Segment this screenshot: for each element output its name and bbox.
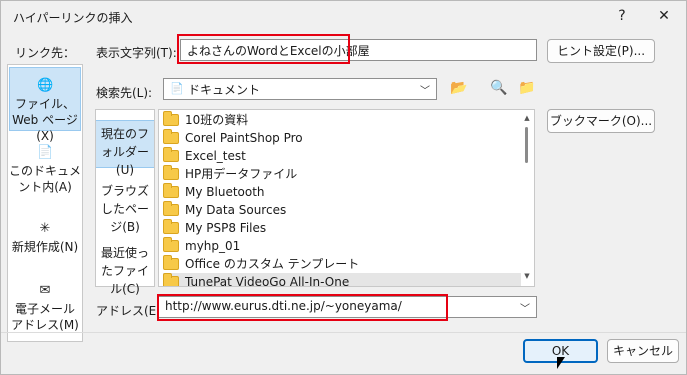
address-input[interactable]: http://www.eurus.dti.ne.jp/~yoneyama/ ﹀ [158,296,537,318]
current-folder-tab[interactable]: 現在のフォルダー(U) [96,120,154,177]
link-to-email[interactable]: ✉ 電子メール アドレス(M) [9,283,81,337]
new-document-icon: ✳ [39,221,51,236]
link-to-existing-file[interactable]: 🌐 ファイル、Web ページ(X) [9,67,81,143]
mouse-cursor-icon [557,357,565,369]
address-value: http://www.eurus.dti.ne.jp/~yoneyama/ [165,299,402,313]
look-in-bar: 現在のフォルダー(U) ブラウズしたページ(B) 最近使ったファイル(C) [95,109,155,296]
up-folder-icon[interactable]: 📂 [447,77,471,101]
list-item[interactable]: Corel PaintShop Pro [163,129,521,147]
folder-icon [163,255,179,270]
folder-icon [163,147,179,162]
bookmark-button[interactable]: ブックマーク(O)... [547,109,655,133]
list-item[interactable]: myhp_01 [163,237,521,255]
close-icon[interactable]: ✕ [649,5,679,27]
link-to-new-document-label: 新規作成(N) [11,240,79,254]
document-icon: 📄 [37,145,54,160]
list-item[interactable]: My Data Sources [163,201,521,219]
link-to-bar: 🌐 ファイル、Web ページ(X) 📄 このドキュメント内(A) ✳ 新規作成(… [7,64,83,342]
screentip-button[interactable]: ヒント設定(P)... [547,39,655,63]
email-icon: ✉ [39,283,51,298]
scroll-down-icon[interactable]: ▼ [522,271,532,281]
look-in-dropdown[interactable]: 📄 ドキュメント ﹀ [163,78,437,100]
chevron-down-icon: ﹀ [520,304,530,315]
title-bar: ハイパーリンクの挿入 ? ✕ [1,1,686,33]
browse-web-icon[interactable]: 🔍 [487,77,511,101]
folder-icon [163,219,179,234]
list-item[interactable]: Excel_test [163,147,521,165]
list-item[interactable]: 10班の資料 [163,111,521,129]
look-in-value: ドキュメント [188,83,261,97]
list-item[interactable]: HP用データファイル [163,165,521,183]
link-to-label: リンク先： [15,46,76,60]
divider [1,332,686,333]
list-item[interactable]: My PSP8 Files [163,219,521,237]
browse-file-icon[interactable]: 📁 [515,77,539,101]
file-list: 10班の資料 Corel PaintShop Pro Excel_test HP… [158,109,535,287]
folder-icon [163,111,179,126]
folder-icon [163,273,179,286]
look-in-label: 検索先(L): [96,86,153,100]
cancel-button[interactable]: キャンセル [607,339,679,363]
browsed-pages-tab[interactable]: ブラウズしたページ(B) [96,182,154,234]
display-text-label: 表示文字列(T): [96,46,177,60]
scroll-up-icon[interactable]: ▲ [522,113,532,123]
window-title: ハイパーリンクの挿入 [13,11,133,25]
folder-icon [163,129,179,144]
list-item[interactable]: Office のカスタム テンプレート [163,255,521,273]
display-text-input[interactable]: よねさんのWordとExcelの小部屋 [180,39,537,61]
link-to-email-label: 電子メール アドレス(M) [11,302,79,332]
file-list-scrollbar[interactable]: ▲ ▼ [521,111,533,285]
folder-icon [163,237,179,252]
list-item[interactable]: TunePat VideoGo All-In-One [163,273,521,286]
link-to-existing-file-label: ファイル、Web ページ(X) [12,97,78,143]
scrollbar-thumb[interactable] [525,127,528,163]
folder-icon [163,201,179,216]
list-item[interactable]: My Bluetooth [163,183,521,201]
folder-icon [163,183,179,198]
web-page-icon: 🌐 [37,78,54,93]
chevron-down-icon: ﹀ [420,86,430,97]
insert-hyperlink-dialog: ハイパーリンクの挿入 ? ✕ リンク先： 表示文字列(T): よねさんのWord… [0,0,687,375]
link-to-new-document[interactable]: ✳ 新規作成(N) [9,221,81,261]
recent-files-tab[interactable]: 最近使ったファイル(C) [96,244,154,296]
address-label: アドレス(E): [96,304,165,318]
documents-folder-icon: 📄 [170,82,184,95]
folder-icon [163,165,179,180]
link-to-this-document[interactable]: 📄 このドキュメント内(A) [9,145,81,199]
link-to-this-document-label: このドキュメント内(A) [9,164,82,194]
help-button[interactable]: ? [607,5,637,27]
